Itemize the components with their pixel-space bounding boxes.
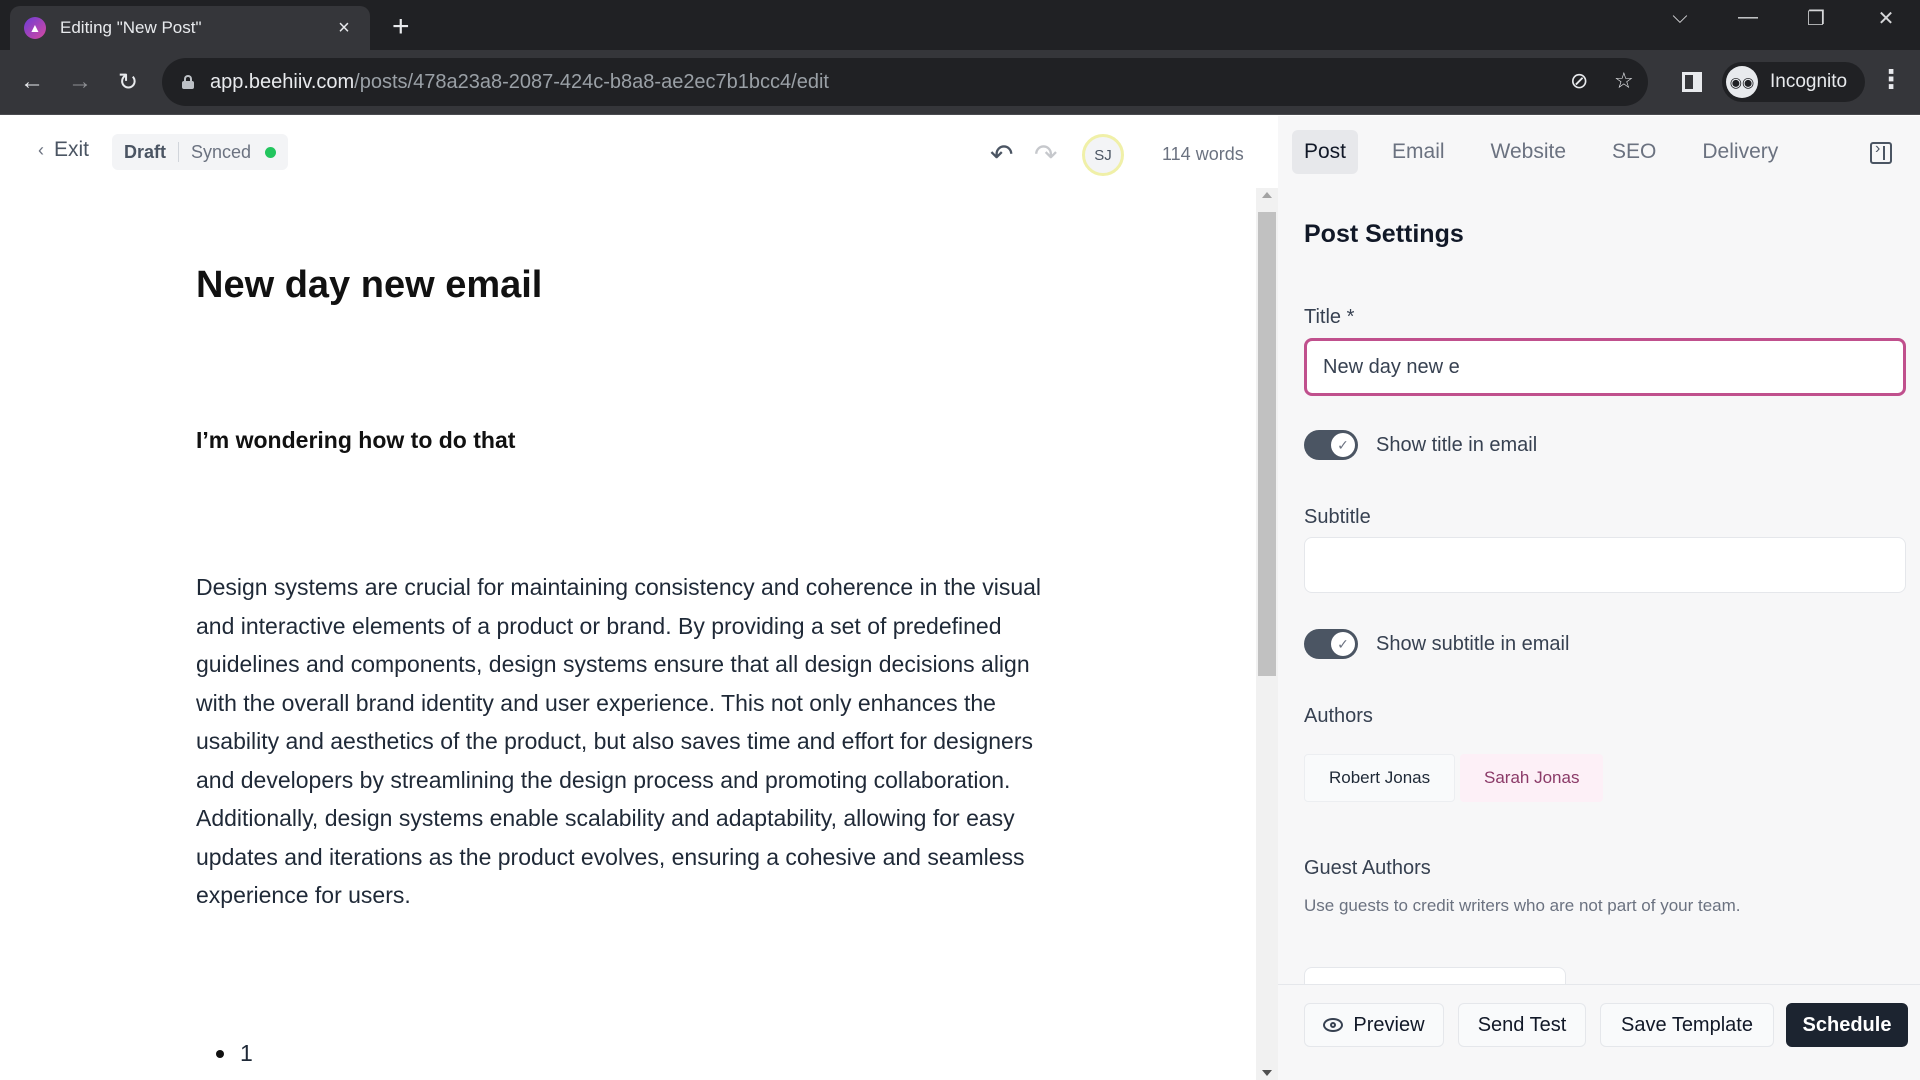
forward-icon[interactable]: → xyxy=(60,62,100,102)
send-test-button[interactable]: Send Test xyxy=(1458,1003,1586,1047)
title-label: Title * xyxy=(1304,306,1355,328)
scroll-down-arrow-icon[interactable] xyxy=(1262,1070,1272,1076)
guest-authors-help: Use guests to credit writers who are not… xyxy=(1304,896,1741,915)
undo-icon[interactable]: ↶ xyxy=(990,138,1013,171)
tab-search-icon[interactable]: ⌵ xyxy=(1660,6,1700,29)
show-subtitle-label: Show subtitle in email xyxy=(1376,632,1570,655)
list-item-text[interactable]: 1 xyxy=(240,1040,253,1067)
show-title-label: Show title in email xyxy=(1376,433,1538,456)
tab-delivery[interactable]: Delivery xyxy=(1690,130,1790,174)
eye-icon xyxy=(1323,1018,1344,1032)
authors-label: Authors xyxy=(1304,705,1373,727)
redo-icon[interactable]: ↷ xyxy=(1034,138,1057,171)
minimize-icon[interactable]: — xyxy=(1728,6,1768,29)
exit-button[interactable]: ‹ Exit xyxy=(38,138,89,162)
chevron-left-icon: ‹ xyxy=(38,139,44,160)
post-editor-app: ‹ Exit Draft Synced ↶ ↷ SJ 114 words New… xyxy=(0,116,1920,1080)
status-divider xyxy=(178,142,180,162)
save-template-button[interactable]: Save Template xyxy=(1600,1003,1774,1047)
sync-status-dot xyxy=(265,146,277,158)
tab-post[interactable]: Post xyxy=(1292,130,1359,174)
browser-tabstrip: ▲ Editing "New Post" × + ⌵ — ❐ ✕ xyxy=(0,0,1920,50)
browser-tab-active[interactable]: ▲ Editing "New Post" × xyxy=(10,6,370,50)
status-draft: Draft xyxy=(124,141,167,162)
bullet-icon xyxy=(216,1049,224,1058)
beehiiv-favicon-icon: ▲ xyxy=(24,17,46,39)
check-icon: ✓ xyxy=(1331,433,1355,457)
url-host: app.beehiiv.com xyxy=(210,70,355,93)
incognito-icon: ◉◉ xyxy=(1726,66,1758,98)
incognito-label: Incognito xyxy=(1770,71,1848,92)
close-window-icon[interactable]: ✕ xyxy=(1866,6,1906,31)
tab-seo[interactable]: SEO xyxy=(1600,130,1668,174)
document-subheading[interactable]: I’m wondering how to do that xyxy=(196,427,515,454)
schedule-button[interactable]: Schedule xyxy=(1786,1003,1908,1047)
settings-tabs: Post Email Website SEO Delivery xyxy=(1292,130,1812,174)
editor-toolbar: ‹ Exit Draft Synced ↶ ↷ SJ 114 words xyxy=(0,116,1256,188)
sidebar-footer: Preview Send Test Save Template Schedule xyxy=(1278,984,1920,1080)
new-tab-button[interactable]: + xyxy=(392,10,410,44)
lock-icon[interactable] xyxy=(182,75,194,89)
exit-label: Exit xyxy=(54,138,90,161)
tab-website[interactable]: Website xyxy=(1479,130,1578,174)
document-title[interactable]: New day new email xyxy=(196,264,542,307)
scroll-up-arrow-icon[interactable] xyxy=(1262,192,1272,198)
show-subtitle-toggle[interactable]: ✓ xyxy=(1304,629,1358,659)
title-input[interactable] xyxy=(1304,338,1906,396)
settings-sidebar: Post Email Website SEO Delivery Post Set… xyxy=(1278,116,1920,1080)
tracking-protection-eye-off-icon[interactable]: ⊘ xyxy=(1570,68,1588,94)
preview-label: Preview xyxy=(1353,1013,1425,1036)
reload-icon[interactable]: ↻ xyxy=(108,62,148,102)
show-title-toggle[interactable]: ✓ xyxy=(1304,430,1358,460)
bookmark-star-icon[interactable]: ☆ xyxy=(1614,68,1634,94)
url-path: /posts/478a23a8-2087-424c-b8a8-ae2ec7b1b… xyxy=(354,70,829,93)
tab-email[interactable]: Email xyxy=(1380,130,1457,174)
close-tab-icon[interactable]: × xyxy=(332,17,356,40)
document-paragraph[interactable]: Design systems are crucial for maintaini… xyxy=(196,568,1056,915)
incognito-profile-button[interactable]: ◉◉ Incognito xyxy=(1722,62,1866,102)
editor-scrollbar[interactable] xyxy=(1256,188,1278,1080)
show-subtitle-toggle-row[interactable]: ✓ Show subtitle in email xyxy=(1304,629,1569,659)
author-chip-sarah-jonas[interactable]: Sarah Jonas xyxy=(1460,754,1604,802)
post-settings-heading: Post Settings xyxy=(1304,220,1464,248)
author-chip-robert-jonas[interactable]: Robert Jonas xyxy=(1304,754,1456,802)
subtitle-label: Subtitle xyxy=(1304,506,1371,528)
word-count: 114 words xyxy=(1162,144,1244,164)
show-title-toggle-row[interactable]: ✓ Show title in email xyxy=(1304,430,1537,460)
address-bar[interactable]: app.beehiiv.com/posts/478a23a8-2087-424c… xyxy=(162,58,1648,106)
side-panel-icon[interactable] xyxy=(1682,72,1702,92)
status-synced: Synced xyxy=(191,141,252,162)
scrollbar-thumb[interactable] xyxy=(1258,212,1276,676)
check-icon: ✓ xyxy=(1331,632,1355,656)
post-status-badge: Draft Synced xyxy=(112,134,289,170)
browser-toolbar: ← → ↻ app.beehiiv.com/posts/478a23a8-208… xyxy=(0,50,1920,115)
preview-button[interactable]: Preview xyxy=(1304,1003,1444,1047)
guest-authors-label: Guest Authors xyxy=(1304,857,1431,879)
collaborator-avatar[interactable]: SJ xyxy=(1082,134,1124,176)
back-icon[interactable]: ← xyxy=(12,62,52,102)
browser-menu-icon[interactable]: ⋮ xyxy=(1878,64,1904,95)
tab-title: Editing "New Post" xyxy=(60,18,202,37)
collapse-sidebar-icon[interactable] xyxy=(1870,140,1892,164)
restore-icon[interactable]: ❐ xyxy=(1796,6,1836,31)
editor-pane: ‹ Exit Draft Synced ↶ ↷ SJ 114 words New… xyxy=(0,116,1256,1080)
subtitle-input[interactable] xyxy=(1304,537,1906,593)
bullet-list-item[interactable]: 1 xyxy=(196,1040,253,1067)
